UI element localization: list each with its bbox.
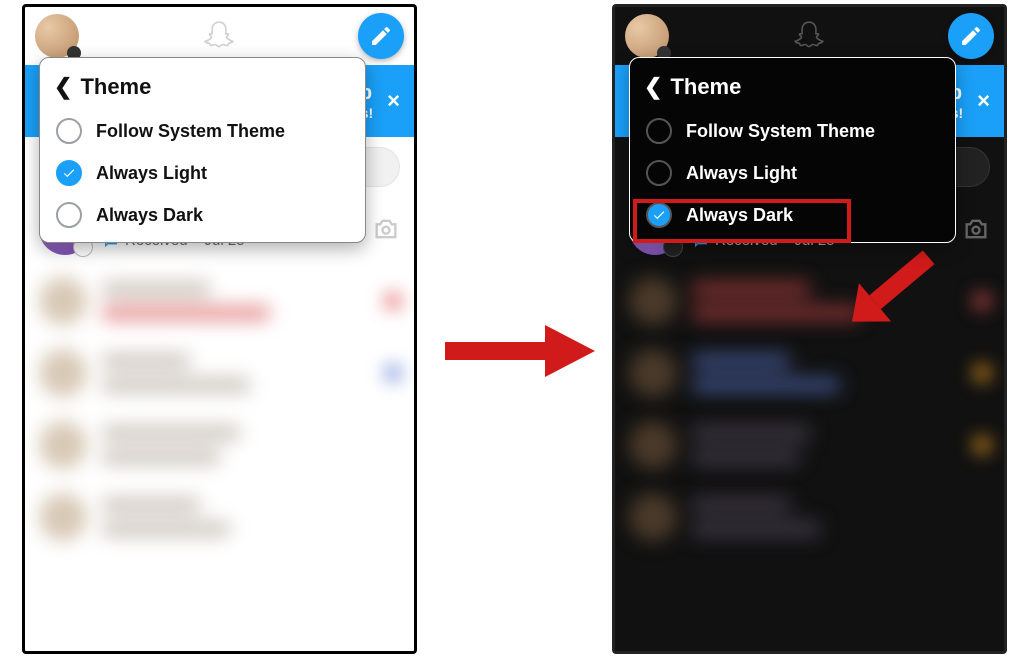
theme-option-follow-system[interactable]: Follow System Theme <box>634 110 951 152</box>
radio-selected-icon <box>56 160 82 186</box>
new-chat-button[interactable] <box>948 13 994 59</box>
back-chevron-icon[interactable]: ❮ <box>644 74 662 100</box>
camera-icon[interactable] <box>962 215 990 243</box>
blurred-chat-list <box>25 265 414 553</box>
theme-option-always-dark[interactable]: Always Dark <box>44 194 361 236</box>
new-chat-button[interactable] <box>358 13 404 59</box>
camera-icon[interactable] <box>372 215 400 243</box>
popup-title: Theme <box>670 74 741 100</box>
banner-close-button[interactable]: × <box>963 88 990 114</box>
snapchat-ghost-icon[interactable] <box>791 18 827 54</box>
radio-icon <box>646 118 672 144</box>
banner-close-button[interactable]: × <box>373 88 400 114</box>
theme-option-follow-system[interactable]: Follow System Theme <box>44 110 361 152</box>
theme-popup: ❮ Theme Follow System Theme Always Light… <box>39 57 366 243</box>
radio-selected-icon <box>646 202 672 228</box>
theme-popup: ❮ Theme Follow System Theme Always Light… <box>629 57 956 243</box>
theme-option-always-dark[interactable]: Always Dark <box>634 194 951 236</box>
pointer-arrow-icon <box>838 228 958 338</box>
radio-icon <box>646 160 672 186</box>
radio-icon <box>56 118 82 144</box>
theme-option-always-light[interactable]: Always Light <box>44 152 361 194</box>
theme-option-always-light[interactable]: Always Light <box>634 152 951 194</box>
popup-title: Theme <box>80 74 151 100</box>
back-chevron-icon[interactable]: ❮ <box>54 74 72 100</box>
profile-avatar-button[interactable] <box>625 14 669 58</box>
popup-header[interactable]: ❮ Theme <box>634 68 951 110</box>
snapchat-ghost-icon[interactable] <box>201 18 237 54</box>
radio-icon <box>56 202 82 228</box>
transition-arrow-icon <box>445 320 595 380</box>
popup-header[interactable]: ❮ Theme <box>44 68 361 110</box>
profile-avatar-button[interactable] <box>35 14 79 58</box>
phone-light: pp s! × My AI Received · Jul 25 <box>22 4 417 654</box>
